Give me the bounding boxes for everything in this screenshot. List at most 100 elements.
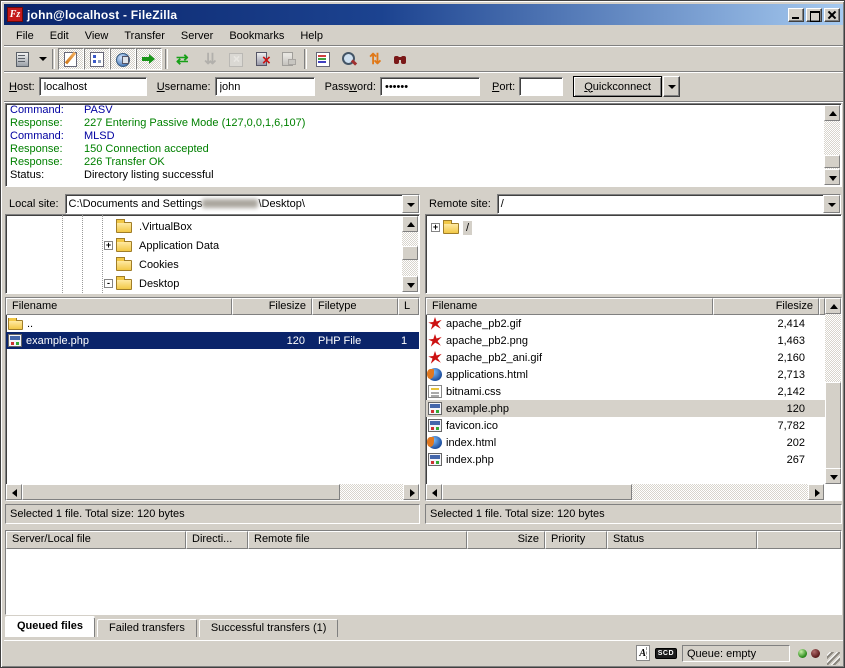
- toolbar-separator[interactable]: [304, 49, 307, 69]
- tree-item[interactable]: + /: [426, 218, 841, 237]
- remote-list-vscrollbar[interactable]: [825, 298, 841, 484]
- tree-item-label[interactable]: /: [463, 221, 472, 235]
- minimize-button[interactable]: [788, 8, 804, 22]
- queue-column-header[interactable]: Size: [467, 531, 545, 549]
- scroll-down-icon[interactable]: [402, 276, 418, 292]
- file-row[interactable]: applications.html 2,713: [426, 366, 825, 383]
- tree-item-label[interactable]: Cookies: [136, 258, 182, 272]
- username-input[interactable]: [215, 77, 315, 96]
- menu-edit[interactable]: Edit: [42, 28, 77, 44]
- tree-item[interactable]: + Application Data: [6, 236, 419, 255]
- scroll-right-icon[interactable]: [403, 484, 419, 500]
- file-row[interactable]: index.html 202: [426, 434, 825, 451]
- filter-button[interactable]: [310, 48, 336, 70]
- toggle-local-tree-button[interactable]: [84, 48, 110, 70]
- scroll-up-icon[interactable]: [825, 298, 841, 314]
- scroll-left-icon[interactable]: [426, 484, 442, 500]
- file-row[interactable]: apache_pb2_ani.gif 2,160: [426, 349, 825, 366]
- speed-limit-icon[interactable]: SCD: [655, 648, 677, 659]
- column-header[interactable]: L: [398, 298, 419, 315]
- toggle-remote-tree-button[interactable]: [110, 48, 136, 70]
- close-button[interactable]: [824, 8, 840, 22]
- scrollbar-thumb[interactable]: [825, 382, 841, 470]
- scrollbar-thumb[interactable]: [824, 155, 840, 168]
- directory-comparison-button[interactable]: [336, 48, 362, 70]
- menu-transfer[interactable]: Transfer: [116, 28, 173, 44]
- file-row[interactable]: bitnami.css 2,142: [426, 383, 825, 400]
- file-row[interactable]: index.php 267: [426, 451, 825, 468]
- file-row[interactable]: example.php 120 PHP File 1: [6, 332, 419, 349]
- tab-successful-transfers[interactable]: Successful transfers (1): [199, 619, 339, 637]
- tree-item[interactable]: Cookies: [6, 255, 419, 274]
- menu-file[interactable]: File: [8, 28, 42, 44]
- refresh-button[interactable]: [171, 48, 197, 70]
- menu-bookmarks[interactable]: Bookmarks: [221, 28, 292, 44]
- local-path-combobox[interactable]: C:\Documents and Settings\Desktop\: [65, 194, 420, 214]
- menu-server[interactable]: Server: [173, 28, 221, 44]
- tree-item-label[interactable]: Desktop: [136, 277, 182, 291]
- transfer-type-icon[interactable]: A: [636, 645, 650, 661]
- scroll-down-icon[interactable]: [825, 468, 841, 484]
- scrollbar-thumb[interactable]: [402, 246, 418, 260]
- tree-expander[interactable]: +: [104, 241, 113, 250]
- tree-expander[interactable]: -: [104, 279, 113, 288]
- toggle-queue-button[interactable]: [136, 48, 162, 70]
- port-input[interactable]: [519, 77, 563, 96]
- file-row[interactable]: example.php 120: [426, 400, 825, 417]
- site-manager-button[interactable]: [9, 48, 35, 70]
- remote-path-combobox[interactable]: /: [497, 194, 841, 214]
- tab-queued-files[interactable]: Queued files: [5, 617, 95, 637]
- queue-column-header[interactable]: Directi...: [186, 531, 248, 549]
- file-row[interactable]: apache_pb2.gif 2,414: [426, 315, 825, 332]
- synchronized-browsing-button[interactable]: [362, 48, 388, 70]
- combo-dropdown-icon[interactable]: [823, 195, 840, 213]
- reconnect-button[interactable]: [275, 48, 301, 70]
- resize-grip[interactable]: [827, 652, 840, 665]
- local-path-value[interactable]: C:\Documents and Settings\Desktop\: [66, 195, 402, 213]
- queue-column-header[interactable]: Status: [607, 531, 757, 549]
- column-header[interactable]: Filename: [6, 298, 232, 315]
- host-input[interactable]: [39, 77, 147, 96]
- local-tree-scrollbar[interactable]: [402, 216, 418, 292]
- queue-column-header[interactable]: Remote file: [248, 531, 467, 549]
- queue-column-header[interactable]: Server/Local file: [6, 531, 186, 549]
- queue-column-header[interactable]: Priority: [545, 531, 607, 549]
- site-manager-dropdown[interactable]: [35, 48, 49, 70]
- scroll-left-icon[interactable]: [6, 484, 22, 500]
- toggle-message-log-button[interactable]: [58, 48, 84, 70]
- cancel-operation-button[interactable]: [223, 48, 249, 70]
- file-row[interactable]: favicon.ico 7,782: [426, 417, 825, 434]
- column-header[interactable]: Filesize: [713, 298, 819, 315]
- tree-expander[interactable]: +: [431, 223, 440, 232]
- disconnect-button[interactable]: [249, 48, 275, 70]
- maximize-button[interactable]: [806, 8, 822, 22]
- column-header[interactable]: Filename: [426, 298, 713, 315]
- scroll-up-icon[interactable]: [824, 105, 840, 121]
- scroll-up-icon[interactable]: [402, 216, 418, 232]
- log-scrollbar[interactable]: [824, 105, 840, 185]
- scroll-right-icon[interactable]: [808, 484, 824, 500]
- toolbar-separator[interactable]: [165, 49, 168, 69]
- remote-list-hscrollbar[interactable]: [426, 484, 824, 500]
- menu-help[interactable]: Help: [292, 28, 331, 44]
- toolbar-separator[interactable]: [52, 49, 55, 69]
- scrollbar-thumb[interactable]: [22, 484, 340, 500]
- combo-dropdown-icon[interactable]: [402, 195, 419, 213]
- tree-item-label[interactable]: Application Data: [136, 239, 222, 253]
- file-row[interactable]: apache_pb2.png 1,463: [426, 332, 825, 349]
- file-row[interactable]: ..: [6, 315, 419, 332]
- process-queue-button[interactable]: [197, 48, 223, 70]
- find-files-button[interactable]: [388, 48, 414, 70]
- quickconnect-button[interactable]: Quickconnect: [573, 76, 662, 97]
- column-header[interactable]: Filesize: [232, 298, 312, 315]
- remote-path-value[interactable]: /: [498, 195, 823, 213]
- quickconnect-dropdown[interactable]: [663, 76, 680, 97]
- tree-item[interactable]: - Desktop: [6, 274, 419, 293]
- menu-view[interactable]: View: [77, 28, 117, 44]
- local-list-hscrollbar[interactable]: [6, 484, 419, 500]
- scrollbar-thumb[interactable]: [442, 484, 632, 500]
- scroll-down-icon[interactable]: [824, 169, 840, 185]
- password-input[interactable]: [380, 77, 480, 96]
- tree-item[interactable]: .VirtualBox: [6, 217, 419, 236]
- tab-failed-transfers[interactable]: Failed transfers: [97, 619, 197, 637]
